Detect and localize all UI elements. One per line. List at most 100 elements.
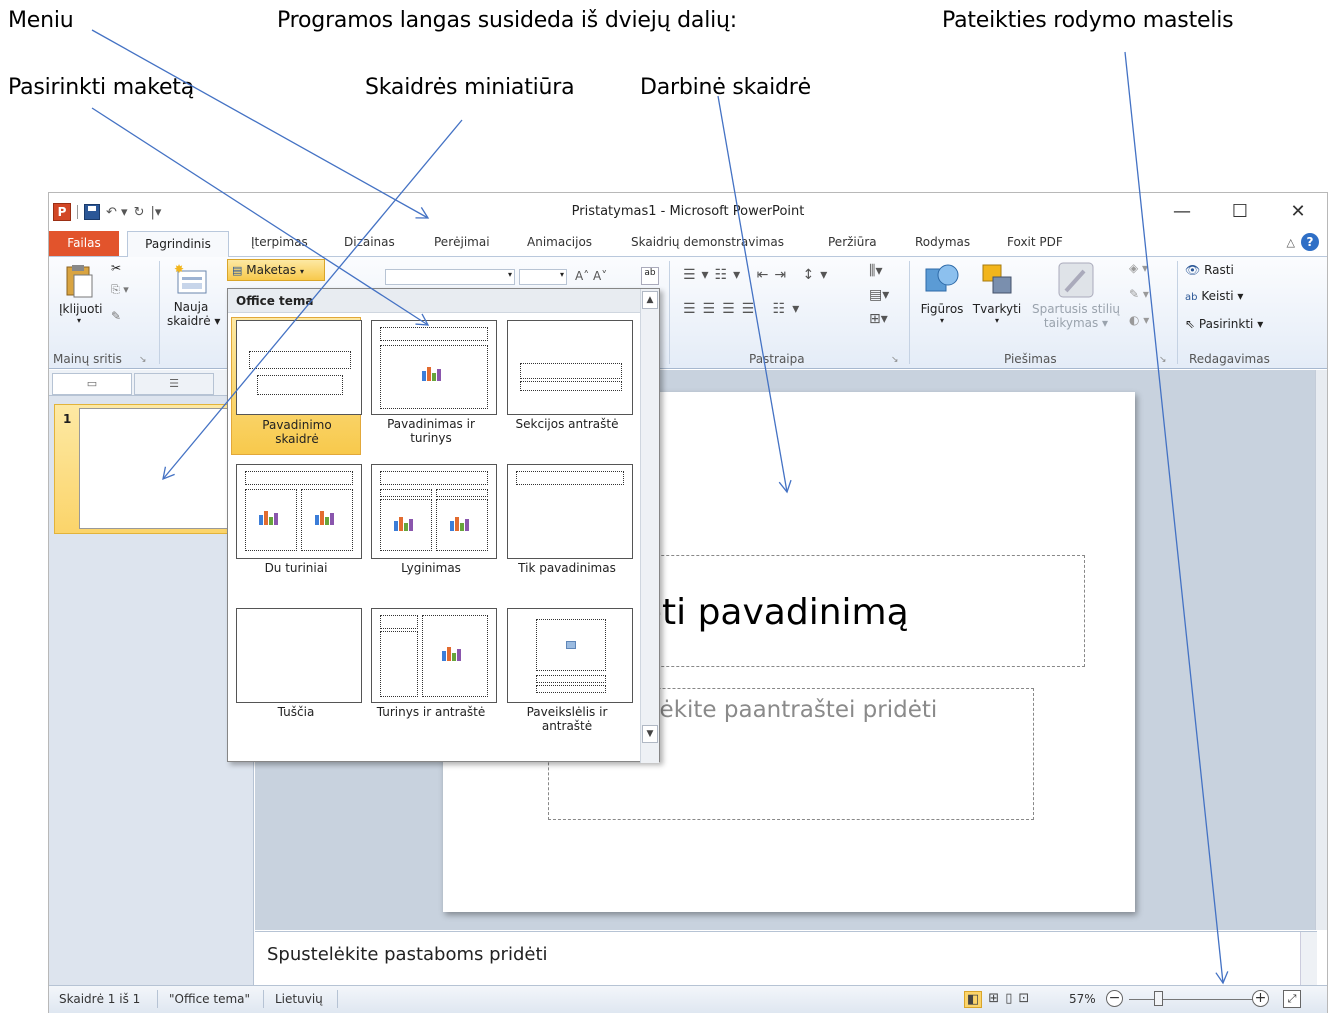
layout-label: Pavadinimo skaidrė	[262, 418, 332, 446]
minimize-ribbon-icon[interactable]: △	[1287, 236, 1295, 249]
paragraph-launcher-icon[interactable]: ↘	[891, 355, 899, 365]
tab-outline[interactable]: ☰	[134, 373, 214, 395]
shapes-button[interactable]: Figūros ▾	[917, 261, 967, 325]
notes-scrollbar[interactable]	[1300, 932, 1317, 985]
font-name-select[interactable]: ▾	[385, 269, 515, 285]
help-area: △ ?	[1287, 233, 1319, 251]
new-slide-icon: ✸	[174, 262, 207, 294]
tab-transitions[interactable]: Perėjimai	[434, 235, 490, 249]
layout-gallery: Office tema ▲ ▼ Pavadinimo skaidrė Pavadi…	[227, 288, 660, 763]
layout-picture-caption[interactable]: Paveikslėlis ir antraštė	[502, 605, 633, 743]
window-controls: — ☐ ✕	[1153, 197, 1327, 227]
tab-slides-thumbnails[interactable]: ▭	[52, 373, 132, 395]
select-label: Pasirinkti	[1198, 317, 1254, 331]
status-bar: Skaidrė 1 iš 1 "Office tema" Lietuvių ◧ …	[49, 985, 1327, 1013]
new-slide-button[interactable]: ✸ Nauja skaidrė ▾	[167, 262, 221, 328]
cut-icon[interactable]: ✂	[111, 261, 121, 275]
layout-preview	[236, 320, 362, 415]
layout-title-content[interactable]: Pavadinimas ir turinys	[366, 317, 497, 455]
paste-button[interactable]: Įklijuoti ▾	[59, 263, 103, 325]
vertical-scrollbar[interactable]	[1315, 370, 1327, 930]
language[interactable]: Lietuvių	[275, 992, 323, 1006]
layout-section-header[interactable]: Sekcijos antraštė	[502, 317, 633, 455]
shape-fill-icon[interactable]: ◈ ▾	[1129, 261, 1148, 275]
tab-review[interactable]: Peržiūra	[828, 235, 877, 249]
drawing-launcher-icon[interactable]: ↘	[1159, 355, 1167, 365]
help-icon[interactable]: ?	[1301, 233, 1319, 251]
tab-design[interactable]: Dizainas	[344, 235, 395, 249]
replace-button[interactable]: ab Keisti ▾	[1185, 289, 1243, 303]
layout-label: Lyginimas	[401, 561, 461, 575]
notes-pane[interactable]: Spustelėkite pastaboms pridėti	[255, 931, 1317, 985]
layout-preview	[371, 608, 497, 703]
layout-label: Maketas	[246, 263, 297, 277]
layout-preview	[371, 464, 497, 559]
text-direction-icon[interactable]: ⫼▾	[869, 263, 882, 279]
notes-placeholder: Spustelėkite pastaboms pridėti	[267, 944, 548, 965]
select-button[interactable]: ⇖ Pasirinkti ▾	[1185, 317, 1263, 331]
tab-insert[interactable]: Įterpimas	[251, 235, 308, 249]
replace-icon: ab	[1185, 292, 1198, 303]
shape-effects-icon[interactable]: ◐ ▾	[1129, 313, 1149, 327]
zoom-slider-thumb[interactable]	[1154, 991, 1163, 1006]
layout-comparison[interactable]: Lyginimas	[366, 461, 497, 599]
layout-preview	[236, 608, 362, 703]
gallery-scrollbar[interactable]: ▲ ▼	[640, 289, 659, 763]
close-button[interactable]: ✕	[1269, 197, 1327, 227]
paste-label: Įklijuoti	[59, 302, 103, 316]
align-icons[interactable]: ☰☰☰☰ ☷▾	[683, 301, 806, 317]
scroll-down-icon[interactable]: ▼	[642, 725, 658, 743]
find-label: Rasti	[1204, 263, 1234, 277]
layout-title-slide[interactable]: Pavadinimo skaidrė	[231, 317, 362, 455]
zoom-level[interactable]: 57%	[1069, 992, 1096, 1006]
group-separator	[159, 261, 160, 364]
layout-title-only[interactable]: Tik pavadinimas	[502, 461, 633, 599]
format-painter-icon[interactable]: ✎	[111, 309, 121, 323]
annotation-thumbnail: Skaidrės miniatiūra	[365, 75, 575, 100]
shapes-icon	[925, 264, 959, 292]
smartart-icon[interactable]: ⊞▾	[869, 311, 888, 327]
layout-button[interactable]: ▤ Maketas ▾	[227, 259, 325, 281]
view-buttons: ◧ ⊞ ▯ ⊡	[964, 991, 1029, 1008]
layout-preview	[507, 464, 633, 559]
gallery-header: Office tema	[228, 289, 659, 313]
quick-styles-button[interactable]: Spartusis stilių taikymas ▾	[1027, 261, 1125, 330]
copy-icon[interactable]: ⎘ ▾	[111, 283, 129, 297]
editing-group-label: Redagavimas	[1189, 352, 1270, 366]
slideshow-icon[interactable]: ⊡	[1018, 991, 1029, 1008]
normal-view-icon[interactable]: ◧	[964, 991, 983, 1008]
slide-sorter-icon[interactable]: ⊞	[988, 991, 999, 1008]
maximize-button[interactable]: ☐	[1211, 197, 1269, 227]
clear-formatting-icon[interactable]: ab	[641, 267, 659, 285]
zoom-out-icon[interactable]: −	[1106, 990, 1123, 1007]
arrange-button[interactable]: Tvarkyti ▾	[971, 261, 1023, 325]
font-size-select[interactable]: ▾	[519, 269, 567, 285]
tab-animations[interactable]: Animacijos	[527, 235, 592, 249]
tab-slideshow[interactable]: Skaidrių demonstravimas	[631, 235, 784, 249]
fit-to-window-icon[interactable]: ⤢	[1283, 990, 1301, 1008]
layout-content-caption[interactable]: Turinys ir antraštė	[366, 605, 497, 743]
reading-view-icon[interactable]: ▯	[1005, 991, 1012, 1008]
grow-font-icon[interactable]: A˄ A˅	[575, 269, 607, 283]
zoom-in-icon[interactable]: +	[1252, 990, 1269, 1007]
bullets-icon[interactable]: ☰▾☷▾ ⇤⇥ ↕▾	[683, 267, 833, 283]
find-button[interactable]: 👁 Rasti	[1185, 263, 1234, 277]
annotation-layout: Pasirinkti maketą	[8, 75, 195, 100]
align-text-icon[interactable]: ▤▾	[869, 287, 889, 303]
layout-two-content[interactable]: Du turiniai	[231, 461, 362, 599]
new-slide-label: Nauja skaidrė ▾	[167, 300, 221, 328]
tab-file[interactable]: Failas	[49, 231, 119, 256]
status-separator	[263, 990, 264, 1008]
theme-name[interactable]: "Office tema"	[169, 992, 250, 1006]
zoom-slider-track[interactable]	[1129, 999, 1257, 1000]
tab-home[interactable]: Pagrindinis	[127, 231, 229, 257]
shape-outline-icon[interactable]: ✎ ▾	[1129, 287, 1149, 301]
arrange-icon	[982, 264, 1012, 294]
clipboard-launcher-icon[interactable]: ↘	[139, 355, 147, 365]
scroll-up-icon[interactable]: ▲	[642, 291, 658, 309]
layout-label: Pavadinimas ir turinys	[387, 417, 475, 445]
tab-view[interactable]: Rodymas	[915, 235, 970, 249]
layout-blank[interactable]: Tuščia	[231, 605, 362, 743]
tab-foxit[interactable]: Foxit PDF	[1007, 235, 1063, 249]
minimize-button[interactable]: —	[1153, 197, 1211, 227]
